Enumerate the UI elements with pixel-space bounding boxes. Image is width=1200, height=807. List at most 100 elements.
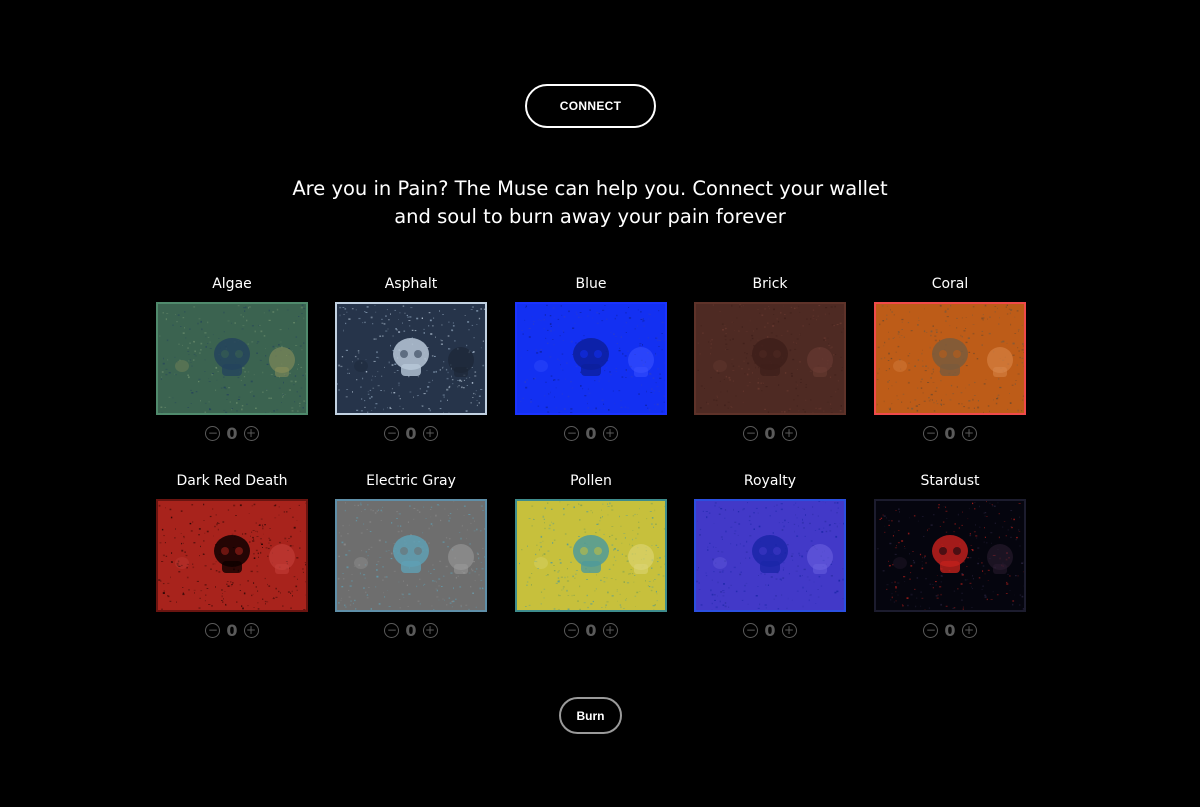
quantity-value: 0 — [944, 620, 956, 640]
variant-name: Blue — [575, 276, 607, 292]
skull-icon — [573, 338, 609, 376]
variant-name: Pollen — [570, 473, 612, 489]
connect-button[interactable]: CONNECT — [525, 84, 656, 128]
skull-artwork — [876, 501, 1024, 610]
skull-icon — [713, 360, 727, 372]
decrement-button[interactable]: − — [923, 622, 939, 638]
skull-icon — [807, 347, 833, 377]
decrement-button[interactable]: − — [384, 425, 400, 441]
increment-button[interactable]: + — [781, 425, 797, 441]
skull-artwork — [876, 304, 1024, 413]
increment-button[interactable]: + — [602, 622, 618, 638]
variant-card-blue: Blue −0 + — [515, 276, 667, 446]
variant-name: Algae — [212, 276, 252, 292]
quantity-stepper: −0 + — [156, 620, 308, 640]
quantity-value: 0 — [405, 423, 417, 443]
skull-icon — [534, 360, 548, 372]
skull-icon — [628, 347, 654, 377]
skull-icon — [713, 557, 727, 569]
skull-icon — [175, 557, 189, 569]
decrement-button[interactable]: − — [564, 425, 580, 441]
skull-artwork — [696, 501, 844, 610]
variant-card-brick: Brick −0 + — [694, 276, 846, 446]
quantity-stepper: −0 + — [874, 620, 1026, 640]
burn-button[interactable]: Burn — [559, 697, 622, 734]
variant-image[interactable] — [156, 302, 308, 415]
variant-card-asphalt: Asphalt −0 + — [335, 276, 487, 446]
quantity-stepper: −0 + — [694, 423, 846, 443]
increment-button[interactable]: + — [243, 425, 259, 441]
quantity-value: 0 — [944, 423, 956, 443]
increment-button[interactable]: + — [243, 622, 259, 638]
skull-artwork — [337, 305, 485, 413]
skull-icon — [752, 338, 788, 376]
variant-card-electric-gray: Electric Gray −0 + — [335, 473, 487, 643]
variant-card-royalty: Royalty −0 + — [694, 473, 846, 643]
quantity-stepper: −0 + — [515, 621, 667, 640]
variant-name: Electric Gray — [366, 473, 456, 489]
skull-icon — [573, 535, 609, 573]
variant-card-dark-red-death: Dark Red Death −0 + — [156, 473, 308, 643]
quantity-value: 0 — [226, 620, 238, 640]
increment-button[interactable]: + — [961, 425, 977, 441]
increment-button[interactable]: + — [781, 622, 797, 638]
skull-artwork — [158, 502, 306, 610]
quantity-stepper: −0 + — [874, 423, 1026, 443]
skull-icon — [269, 347, 295, 377]
variant-card-algae: Algae −0 + — [156, 276, 308, 446]
variant-name: Brick — [752, 276, 788, 292]
quantity-stepper: −0 + — [156, 423, 308, 443]
increment-button[interactable]: + — [422, 425, 438, 441]
variant-image[interactable] — [335, 302, 487, 415]
skull-icon — [987, 544, 1013, 574]
skull-icon — [269, 544, 295, 574]
variant-image[interactable] — [694, 499, 846, 612]
decrement-button[interactable]: − — [384, 622, 400, 638]
quantity-stepper: −0 + — [694, 621, 846, 640]
skull-artwork — [159, 304, 306, 413]
quantity-value: 0 — [405, 620, 417, 640]
variant-name: Asphalt — [384, 276, 438, 292]
variant-card-stardust: Stardust −0 + — [874, 473, 1026, 643]
skull-icon — [987, 347, 1013, 377]
decrement-button[interactable]: − — [205, 622, 221, 638]
increment-button[interactable]: + — [602, 425, 618, 441]
decrement-button[interactable]: − — [743, 622, 759, 638]
variant-image[interactable] — [515, 302, 667, 415]
decrement-button[interactable]: − — [205, 425, 221, 441]
quantity-stepper: −0 + — [335, 423, 487, 443]
quantity-value: 0 — [226, 423, 238, 443]
variant-card-coral: Coral −0 + — [874, 276, 1026, 446]
skull-icon — [393, 535, 429, 573]
variant-image[interactable] — [335, 499, 487, 612]
skull-icon — [932, 535, 968, 573]
skull-icon — [893, 557, 907, 569]
quantity-value: 0 — [764, 423, 776, 443]
increment-button[interactable]: + — [961, 622, 977, 638]
variant-name: Dark Red Death — [176, 473, 288, 489]
variant-image[interactable] — [694, 302, 846, 415]
intro-text: Are you in Pain? The Muse can help you. … — [292, 177, 888, 228]
variant-image[interactable] — [156, 499, 308, 612]
skull-icon — [175, 360, 189, 372]
skull-artwork — [697, 304, 844, 413]
skull-icon — [214, 535, 250, 573]
skull-icon — [354, 557, 368, 569]
variant-name: Stardust — [920, 473, 980, 489]
skull-icon — [893, 360, 907, 372]
decrement-button[interactable]: − — [923, 425, 939, 441]
skull-artwork — [517, 304, 665, 413]
skull-icon — [448, 347, 474, 377]
variant-name: Coral — [931, 276, 969, 292]
skull-icon — [534, 557, 548, 569]
skull-icon — [807, 544, 833, 574]
quantity-stepper: −0 + — [335, 620, 487, 640]
decrement-button[interactable]: − — [564, 622, 580, 638]
skull-artwork — [337, 501, 485, 610]
variant-name: Royalty — [743, 473, 797, 489]
decrement-button[interactable]: − — [743, 425, 759, 441]
variant-image[interactable] — [874, 302, 1026, 415]
increment-button[interactable]: + — [422, 622, 438, 638]
variant-image[interactable] — [515, 499, 667, 612]
variant-image[interactable] — [874, 499, 1026, 612]
